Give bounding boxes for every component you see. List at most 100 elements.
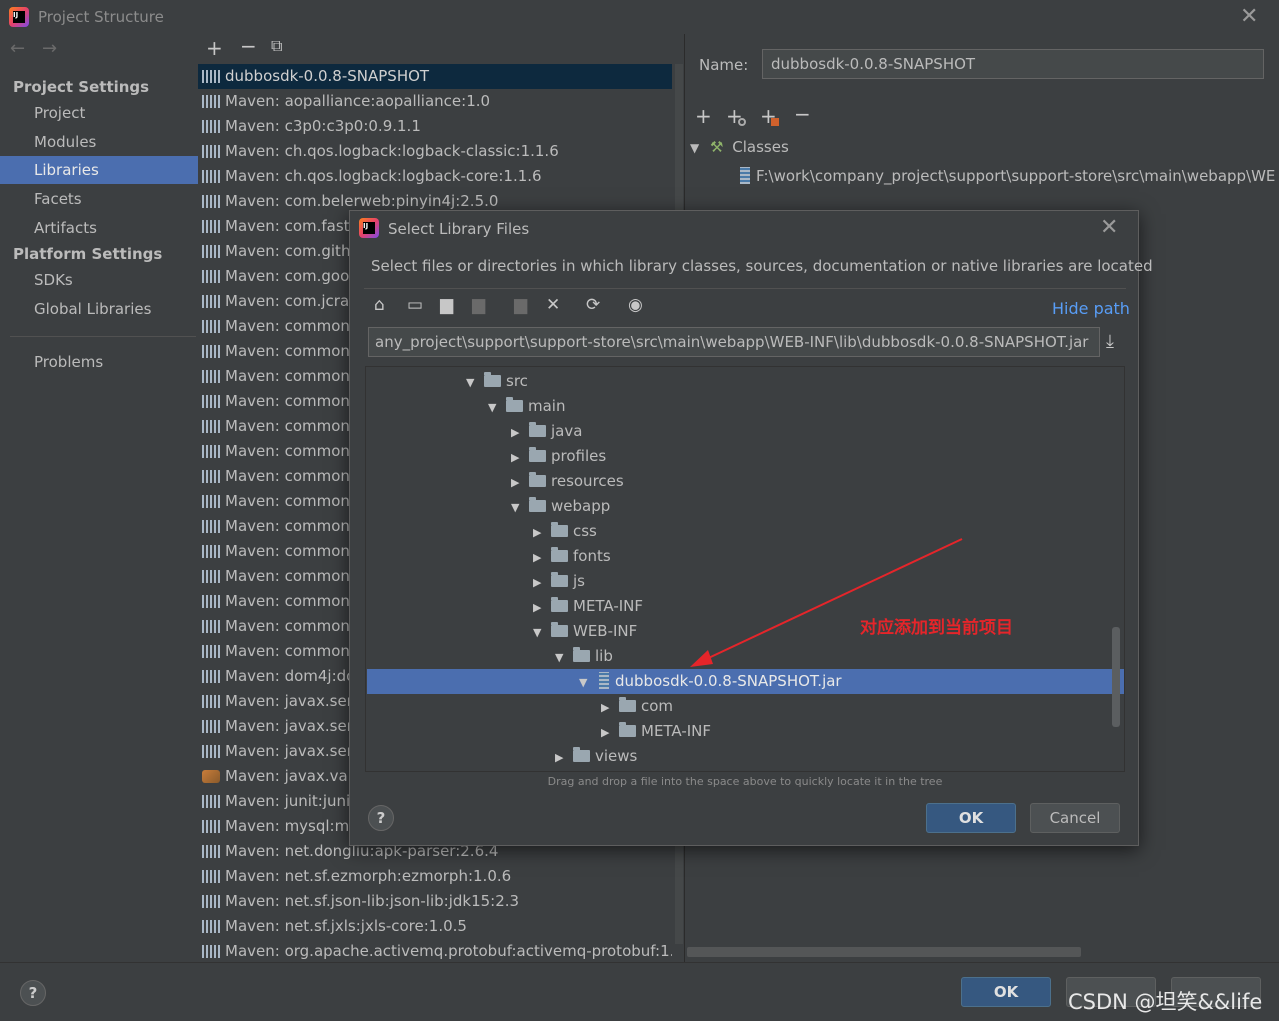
dialog-cancel-button[interactable]: Cancel (1030, 803, 1120, 833)
horizontal-scrollbar[interactable] (687, 947, 1081, 957)
nav-item-facets[interactable]: Facets (0, 185, 198, 213)
library-row[interactable]: Maven: net.sf.ezmorph:ezmorph:1.0.6 (198, 864, 672, 889)
expand-arrow-icon[interactable]: ▶ (533, 570, 551, 595)
remove-root-icon[interactable]: − (794, 102, 811, 126)
library-row[interactable]: Maven: aopalliance:aopalliance:1.0 (198, 89, 672, 114)
project-folder-icon[interactable]: ▆ (440, 295, 453, 315)
dialog-close-icon[interactable]: ✕ (1100, 215, 1118, 240)
tree-node-label: WEB-INF (573, 622, 638, 640)
nav-item-modules[interactable]: Modules (0, 128, 198, 156)
tree-node[interactable]: ▼ dubbosdk-0.0.8-SNAPSHOT.jar (579, 669, 842, 694)
dialog-help-icon[interactable]: ? (368, 805, 394, 831)
expand-arrow-icon[interactable]: ▶ (511, 470, 529, 495)
nav-item-libraries[interactable]: Libraries (0, 156, 198, 184)
path-input[interactable]: any_project\support\support-store\src\ma… (368, 327, 1100, 357)
collapse-arrow-icon[interactable]: ▼ (555, 645, 573, 670)
library-row[interactable]: Maven: c3p0:c3p0:0.9.1.1 (198, 114, 672, 139)
tree-node[interactable]: ▼ WEB-INF (533, 619, 637, 644)
new-folder-icon[interactable]: ▆ (514, 295, 527, 315)
project-settings-header: Project Settings (13, 78, 150, 96)
desktop-icon[interactable]: ▭ (407, 295, 423, 315)
drag-drop-hint: Drag and drop a file into the space abov… (547, 775, 943, 788)
library-name-field[interactable]: dubbosdk-0.0.8-SNAPSHOT (762, 49, 1264, 79)
folder-icon (551, 622, 568, 637)
library-row[interactable]: Maven: net.sf.json-lib:json-lib:jdk15:2.… (198, 889, 672, 914)
remove-icon[interactable]: − (240, 34, 257, 58)
library-name: Maven: common (225, 617, 350, 635)
class-root-path[interactable]: F:\work\company_project\support\support-… (738, 164, 1275, 185)
tree-scrollbar[interactable] (1112, 627, 1120, 727)
dialog-ok-button[interactable]: OK (926, 803, 1016, 833)
tree-node[interactable]: ▶ fonts (533, 544, 611, 569)
collapse-arrow-icon[interactable]: ▼ (466, 370, 484, 395)
expand-arrow-icon[interactable]: ▶ (555, 745, 573, 770)
library-icon (202, 195, 220, 208)
folder-icon (529, 497, 546, 512)
tree-node[interactable]: ▼ webapp (511, 494, 610, 519)
download-icon[interactable]: ⤓ (1106, 331, 1114, 352)
tree-node[interactable]: ▶ java (511, 419, 582, 444)
tree-node[interactable]: ▶ views (555, 744, 637, 769)
tree-node[interactable]: ▶ css (533, 519, 597, 544)
library-name: Maven: common (225, 517, 350, 535)
folder-icon (573, 747, 590, 762)
back-arrow-icon[interactable]: ← (10, 38, 25, 59)
library-row[interactable]: Maven: net.sf.jxls:jxls-core:1.0.5 (198, 914, 672, 939)
library-icon (202, 270, 220, 283)
tree-node[interactable]: ▶ com (601, 694, 673, 719)
library-icon (202, 670, 220, 683)
classes-node[interactable]: ▼ ⚒ Classes (690, 138, 789, 156)
folder-icon (619, 722, 636, 737)
library-row[interactable]: Maven: ch.qos.logback:logback-classic:1.… (198, 139, 672, 164)
nav-item-global-libraries[interactable]: Global Libraries (0, 295, 198, 323)
close-icon[interactable]: ✕ (1240, 4, 1258, 29)
collapse-arrow-icon[interactable]: ▼ (533, 620, 551, 645)
folder-icon (529, 422, 546, 437)
expand-arrow-icon[interactable]: ▼ (690, 141, 699, 155)
tree-node[interactable]: ▶ resources (511, 469, 624, 494)
tree-node[interactable]: ▼ src (466, 369, 528, 394)
refresh-icon[interactable]: ⟳ (586, 295, 600, 315)
collapse-arrow-icon[interactable]: ▼ (488, 395, 506, 420)
library-row[interactable]: dubbosdk-0.0.8-SNAPSHOT (198, 64, 672, 89)
classes-hammer-icon: ⚒ (710, 138, 724, 156)
library-row[interactable]: Maven: org.apache.activemq.protobuf:acti… (198, 939, 672, 962)
tree-node-label: webapp (551, 497, 611, 515)
help-icon[interactable]: ? (20, 980, 46, 1006)
home-icon[interactable]: ⌂ (374, 295, 385, 315)
expand-arrow-icon[interactable]: ▶ (511, 420, 529, 445)
tree-node[interactable]: ▼ main (488, 394, 565, 419)
folder-icon (529, 472, 546, 487)
expand-arrow-icon[interactable]: ▶ (533, 520, 551, 545)
hide-path-link[interactable]: Hide path (1052, 299, 1130, 318)
forward-arrow-icon[interactable]: → (42, 38, 57, 59)
tree-node[interactable]: ▼ lib (555, 644, 613, 669)
tree-node[interactable]: ▶ js (533, 569, 585, 594)
nav-item-problems[interactable]: Problems (0, 348, 198, 376)
ok-button[interactable]: OK (961, 977, 1051, 1007)
collapse-arrow-icon[interactable]: ▼ (579, 670, 597, 695)
library-icon (202, 170, 220, 183)
tree-node[interactable]: ▶ META-INF (601, 719, 711, 744)
copy-icon[interactable]: ⧉ (271, 36, 282, 56)
tree-node[interactable]: ▶ profiles (511, 444, 606, 469)
expand-arrow-icon[interactable]: ▶ (601, 695, 619, 720)
library-row[interactable]: Maven: ch.qos.logback:logback-core:1.1.6 (198, 164, 672, 189)
expand-arrow-icon[interactable]: ▶ (511, 445, 529, 470)
nav-item-project[interactable]: Project (0, 99, 198, 127)
file-tree: ▼ src ▼ main ▶ java ▶ profiles ▶ resources ▼ webapp… (365, 366, 1125, 772)
show-hidden-icon[interactable]: ◉ (628, 295, 643, 315)
library-icon (202, 895, 220, 908)
expand-arrow-icon[interactable]: ▶ (601, 720, 619, 745)
expand-arrow-icon[interactable]: ▶ (533, 595, 551, 620)
expand-arrow-icon[interactable]: ▶ (533, 545, 551, 570)
collapse-arrow-icon[interactable]: ▼ (511, 495, 529, 520)
module-folder-icon[interactable]: ▆ (472, 295, 485, 315)
tree-node-label: META-INF (573, 597, 644, 615)
tree-node[interactable]: ▶ META-INF (533, 594, 643, 619)
nav-item-artifacts[interactable]: Artifacts (0, 214, 198, 242)
nav-item-sdks[interactable]: SDKs (0, 266, 198, 294)
add-icon[interactable]: + (206, 36, 223, 60)
delete-icon[interactable]: ✕ (546, 295, 560, 315)
add-root-icon[interactable]: + (695, 104, 712, 128)
